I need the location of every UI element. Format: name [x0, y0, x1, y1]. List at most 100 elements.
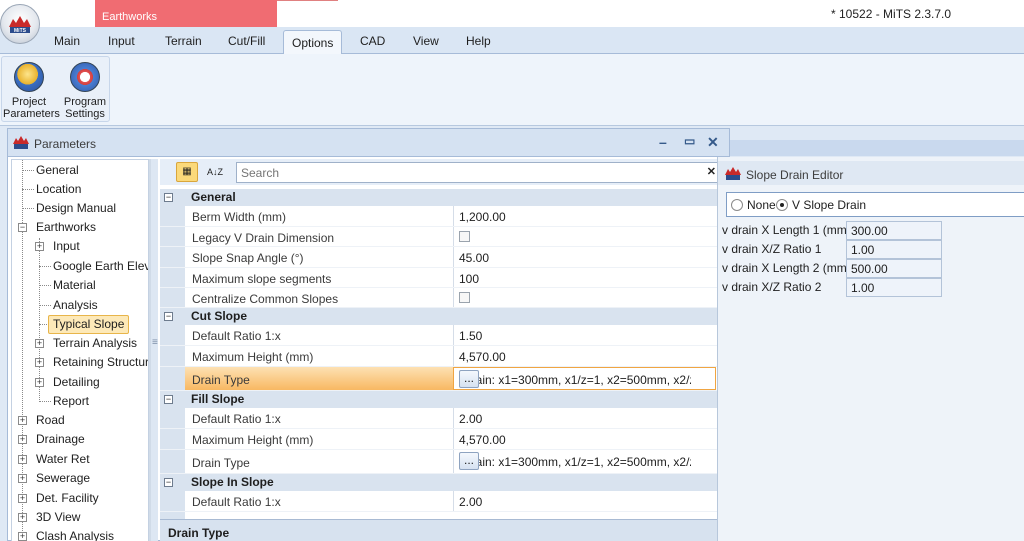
property-row-centralize-common-slopes[interactable]: Centralize Common Slopes: [160, 288, 717, 308]
category-label: Fill Slope: [191, 392, 245, 406]
expand-icon[interactable]: +: [35, 358, 44, 367]
parameters-header[interactable]: Parameters – ▭ ✕: [8, 129, 729, 157]
clear-search-icon[interactable]: ✕: [707, 165, 716, 178]
tree-item-terrain-analysis[interactable]: Terrain Analysis: [53, 334, 137, 353]
property-value[interactable]: 45.00: [459, 251, 489, 265]
xz-ratio-2-input[interactable]: [846, 278, 942, 297]
tab-input[interactable]: Input: [108, 34, 135, 48]
tree-item-sewerage[interactable]: Sewerage: [36, 469, 90, 488]
radio-v-slope-drain[interactable]: [776, 199, 788, 211]
property-row-slope-in-slope-ratio[interactable]: Default Ratio 1:x 2.00: [160, 491, 717, 512]
property-value[interactable]: vdrain: x1=300mm, x1/z=1, x2=500mm, x2/z…: [459, 373, 691, 387]
tree-item-water-ret[interactable]: Water Ret: [36, 450, 90, 469]
tree-item-det-facility[interactable]: Det. Facility: [36, 489, 99, 508]
tree-item-road[interactable]: Road: [36, 411, 65, 430]
expand-icon[interactable]: +: [18, 416, 27, 425]
expand-icon[interactable]: +: [18, 494, 27, 503]
tab-options[interactable]: Options: [283, 30, 343, 55]
tree-item-clash-analysis[interactable]: Clash Analysis: [36, 527, 114, 541]
property-value[interactable]: 1,200.00: [459, 210, 506, 224]
radio-v-slope-drain-label[interactable]: V Slope Drain: [792, 198, 866, 212]
categorized-view-button[interactable]: ▦: [176, 162, 198, 182]
search-box[interactable]: ✕: [236, 162, 723, 183]
expand-icon[interactable]: +: [18, 455, 27, 464]
property-row-cut-max-height[interactable]: Maximum Height (mm) 4,570.00: [160, 346, 717, 367]
collapse-icon[interactable]: −: [164, 312, 173, 321]
x-length-2-input[interactable]: [846, 259, 942, 278]
tree-item-retaining-structures[interactable]: Retaining Structures: [53, 353, 148, 372]
tree-item-3d-view[interactable]: 3D View: [36, 508, 80, 527]
property-value[interactable]: 2.00: [459, 495, 482, 509]
pane-splitter[interactable]: ≡: [151, 159, 158, 541]
collapse-icon[interactable]: −: [164, 395, 173, 404]
expand-icon[interactable]: +: [18, 532, 27, 541]
parameter-tree[interactable]: General Location Design Manual − Earthwo…: [11, 159, 149, 541]
legacy-v-drain-checkbox[interactable]: [459, 231, 470, 242]
project-parameters-button[interactable]: Project Parameters: [3, 59, 60, 123]
radio-none-label[interactable]: None: [747, 198, 776, 212]
tab-cut-fill[interactable]: Cut/Fill: [228, 34, 265, 48]
expand-icon[interactable]: +: [18, 474, 27, 483]
context-tab-earthworks[interactable]: Earthworks: [95, 0, 277, 27]
property-row-legacy-v-drain[interactable]: Legacy V Drain Dimension: [160, 227, 717, 247]
centralize-slopes-checkbox[interactable]: [459, 292, 470, 303]
tree-item-typical-slope[interactable]: Typical Slope: [48, 315, 130, 334]
tree-item-material[interactable]: Material: [53, 276, 96, 295]
property-row-cut-default-ratio[interactable]: Default Ratio 1:x 1.50: [160, 325, 717, 346]
collapse-icon[interactable]: −: [18, 223, 27, 232]
tree-item-google-earth-elevation[interactable]: Google Earth Elevation: [53, 257, 148, 276]
tree-item-report[interactable]: Report: [53, 392, 89, 411]
tab-help[interactable]: Help: [466, 34, 491, 48]
property-value[interactable]: 2.00: [459, 412, 482, 426]
tree-item-input[interactable]: Input: [53, 237, 80, 256]
expand-icon[interactable]: +: [18, 513, 27, 522]
expand-icon[interactable]: +: [35, 378, 44, 387]
property-value[interactable]: 1.50: [459, 329, 482, 343]
ribbon-panel: Project Parameters Program Settings: [0, 54, 1024, 126]
application-menu-button[interactable]: MiTS: [0, 4, 40, 44]
collapse-icon[interactable]: −: [164, 478, 173, 487]
category-cut-slope[interactable]: − Cut Slope: [160, 308, 717, 325]
expand-icon[interactable]: +: [35, 339, 44, 348]
minimize-button[interactable]: –: [659, 134, 667, 150]
search-input[interactable]: [237, 163, 697, 182]
property-row-fill-max-height[interactable]: Maximum Height (mm) 4,570.00: [160, 429, 717, 450]
property-row-fill-default-ratio[interactable]: Default Ratio 1:x 2.00: [160, 408, 717, 429]
tree-item-design-manual[interactable]: Design Manual: [36, 199, 116, 218]
property-row-berm-width[interactable]: Berm Width (mm) 1,200.00: [160, 206, 717, 227]
tab-terrain[interactable]: Terrain: [165, 34, 202, 48]
category-general[interactable]: − General: [160, 189, 717, 206]
property-value[interactable]: 4,570.00: [459, 433, 506, 447]
tree-item-analysis[interactable]: Analysis: [53, 296, 98, 315]
alphabetical-sort-button[interactable]: A↓Z: [204, 162, 226, 182]
drain-type-edit-button[interactable]: ...: [459, 452, 479, 470]
program-settings-button[interactable]: Program Settings: [59, 59, 111, 123]
tree-item-general[interactable]: General: [36, 161, 79, 180]
property-row-max-slope-segments[interactable]: Maximum slope segments 100: [160, 268, 717, 288]
property-row-slope-snap-angle[interactable]: Slope Snap Angle (°) 45.00: [160, 247, 717, 268]
drain-type-edit-button[interactable]: ...: [459, 370, 479, 388]
category-slope-in-slope[interactable]: − Slope In Slope: [160, 474, 717, 491]
property-value[interactable]: vdrain: x1=300mm, x1/z=1, x2=500mm, x2/z…: [459, 455, 691, 469]
xz-ratio-1-input[interactable]: [846, 240, 942, 259]
property-value[interactable]: 4,570.00: [459, 350, 506, 364]
expand-icon[interactable]: +: [35, 242, 44, 251]
tree-item-detailing[interactable]: Detailing: [53, 373, 100, 392]
tab-view[interactable]: View: [413, 34, 439, 48]
tree-item-location[interactable]: Location: [36, 180, 81, 199]
maximize-button[interactable]: ▭: [684, 134, 695, 148]
collapse-icon[interactable]: −: [164, 193, 173, 202]
tab-cad[interactable]: CAD: [360, 34, 385, 48]
tree-item-earthworks[interactable]: Earthworks: [36, 218, 96, 237]
category-fill-slope[interactable]: − Fill Slope: [160, 391, 717, 408]
radio-none[interactable]: [731, 199, 743, 211]
tab-main[interactable]: Main: [54, 34, 80, 48]
close-button[interactable]: ✕: [707, 134, 719, 151]
tree-item-drainage[interactable]: Drainage: [36, 430, 85, 449]
property-row-fill-drain-type[interactable]: Drain Type vdrain: x1=300mm, x1/z=1, x2=5…: [160, 450, 717, 474]
expand-icon[interactable]: +: [18, 435, 27, 444]
property-name: Centralize Common Slopes: [192, 292, 339, 306]
property-row-cut-drain-type[interactable]: Drain Type vdrain: x1=300mm, x1/z=1, x2=5…: [160, 367, 717, 391]
property-value[interactable]: 100: [459, 272, 479, 286]
x-length-1-input[interactable]: [846, 221, 942, 240]
